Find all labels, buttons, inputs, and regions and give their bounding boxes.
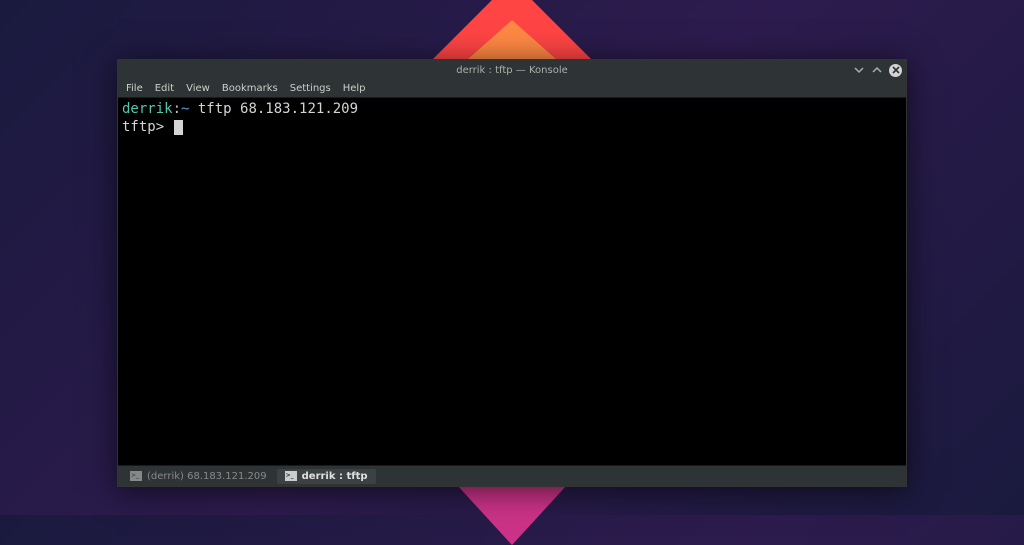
window-title: derrik : tftp — Konsole [456, 65, 568, 76]
command-text: tftp 68.183.121.209 [189, 101, 358, 117]
tab-1[interactable]: (derrik) 68.183.121.209 [122, 469, 275, 484]
minimize-button[interactable] [853, 64, 865, 76]
prompt-user: derrik [122, 101, 173, 117]
tab-label: derrik : tftp [302, 471, 368, 482]
menu-settings[interactable]: Settings [290, 83, 331, 94]
titlebar[interactable]: derrik : tftp — Konsole [118, 60, 906, 80]
terminal-line-2: tftp> [122, 118, 902, 136]
menu-edit[interactable]: Edit [155, 83, 174, 94]
menu-bookmarks[interactable]: Bookmarks [222, 83, 278, 94]
terminal-icon [285, 471, 297, 481]
menubar: File Edit View Bookmarks Settings Help [118, 80, 906, 98]
menu-file[interactable]: File [126, 83, 143, 94]
terminal-viewport[interactable]: derrik:~ tftp 68.183.121.209 tftp> [118, 98, 906, 465]
maximize-button[interactable] [871, 64, 883, 76]
cursor-icon [174, 120, 183, 135]
konsole-window: derrik : tftp — Konsole File Edit View B… [117, 59, 907, 487]
tab-label: (derrik) 68.183.121.209 [147, 471, 267, 482]
tab-2-active[interactable]: derrik : tftp [277, 469, 376, 484]
close-button[interactable] [889, 64, 902, 77]
window-controls [853, 64, 902, 77]
menu-help[interactable]: Help [343, 83, 366, 94]
terminal-line-1: derrik:~ tftp 68.183.121.209 [122, 100, 902, 118]
prompt-separator: : [173, 101, 181, 117]
menu-view[interactable]: View [186, 83, 210, 94]
tftp-prompt: tftp> [122, 119, 173, 135]
tabbar: (derrik) 68.183.121.209 derrik : tftp [118, 465, 906, 486]
terminal-icon [130, 471, 142, 481]
